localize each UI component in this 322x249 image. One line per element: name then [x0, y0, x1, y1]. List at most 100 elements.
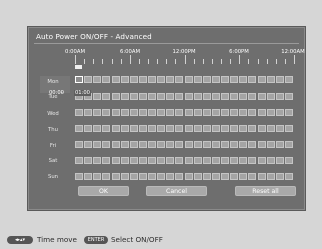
schedule-cell-fri-3[interactable] [102, 141, 111, 148]
schedule-cell-wed-10[interactable] [166, 109, 175, 116]
schedule-cell-tue-17[interactable] [230, 93, 239, 100]
schedule-cell-wed-12[interactable] [184, 109, 193, 116]
schedule-cell-tue-13[interactable] [193, 93, 202, 100]
schedule-cell-sun-1[interactable] [84, 173, 93, 180]
schedule-cell-fri-8[interactable] [148, 141, 156, 148]
schedule-cell-fri-14[interactable] [202, 141, 211, 148]
schedule-cell-wed-0[interactable] [75, 109, 83, 116]
schedule-cell-wed-22[interactable] [275, 109, 284, 116]
schedule-cell-tue-19[interactable] [248, 93, 257, 100]
schedule-cell-tue-21[interactable] [266, 93, 275, 100]
schedule-cell-tue-22[interactable] [275, 93, 284, 100]
schedule-cell-thu-19[interactable] [248, 125, 257, 132]
schedule-cell-sun-20[interactable] [257, 173, 266, 180]
schedule-cell-fri-5[interactable] [120, 141, 129, 148]
schedule-cell-thu-7[interactable] [138, 125, 147, 132]
schedule-cell-sun-12[interactable] [184, 173, 193, 180]
schedule-cell-wed-19[interactable] [248, 109, 257, 116]
schedule-cell-sat-3[interactable] [102, 157, 111, 164]
schedule-cell-sat-17[interactable] [230, 157, 239, 164]
schedule-cell-tue-5[interactable] [120, 93, 129, 100]
schedule-cell-sun-8[interactable] [148, 173, 156, 180]
schedule-cell-sun-22[interactable] [275, 173, 284, 180]
schedule-cell-mon-23[interactable] [284, 76, 293, 83]
schedule-cell-fri-21[interactable] [266, 141, 275, 148]
schedule-cell-mon-13[interactable] [193, 76, 202, 83]
schedule-cell-mon-7[interactable] [138, 76, 147, 83]
schedule-cell-thu-12[interactable] [184, 125, 193, 132]
schedule-cell-tue-16[interactable] [221, 93, 229, 100]
schedule-cell-mon-6[interactable] [129, 76, 138, 83]
schedule-cell-tue-11[interactable] [175, 93, 184, 100]
schedule-cell-mon-2[interactable] [93, 76, 102, 83]
schedule-cell-fri-1[interactable] [84, 141, 93, 148]
schedule-cell-sun-9[interactable] [157, 173, 166, 180]
schedule-cell-sun-6[interactable] [129, 173, 138, 180]
schedule-cell-thu-1[interactable] [84, 125, 93, 132]
schedule-cell-sun-4[interactable] [111, 173, 120, 180]
schedule-cell-sat-10[interactable] [166, 157, 175, 164]
schedule-cell-sun-0[interactable] [75, 173, 83, 180]
schedule-cell-sat-8[interactable] [148, 157, 156, 164]
schedule-cell-fri-12[interactable] [184, 141, 193, 148]
schedule-cell-thu-14[interactable] [202, 125, 211, 132]
schedule-cell-wed-21[interactable] [266, 109, 275, 116]
schedule-cell-thu-2[interactable] [93, 125, 102, 132]
schedule-cell-wed-6[interactable] [129, 109, 138, 116]
schedule-cell-fri-2[interactable] [93, 141, 102, 148]
schedule-cell-sun-11[interactable] [175, 173, 184, 180]
schedule-cell-sat-9[interactable] [157, 157, 166, 164]
schedule-cell-fri-17[interactable] [230, 141, 239, 148]
schedule-cell-thu-3[interactable] [102, 125, 111, 132]
schedule-cell-sat-19[interactable] [248, 157, 257, 164]
schedule-cell-wed-20[interactable] [257, 109, 266, 116]
schedule-cell-tue-14[interactable] [202, 93, 211, 100]
schedule-cell-wed-4[interactable] [111, 109, 120, 116]
schedule-cell-sat-18[interactable] [239, 157, 248, 164]
schedule-cell-sun-16[interactable] [221, 173, 229, 180]
schedule-cell-sun-21[interactable] [266, 173, 275, 180]
schedule-cell-mon-8[interactable] [148, 76, 156, 83]
schedule-cell-fri-23[interactable] [284, 141, 293, 148]
schedule-cell-tue-12[interactable] [184, 93, 193, 100]
schedule-cell-thu-16[interactable] [221, 125, 229, 132]
schedule-cell-sun-10[interactable] [166, 173, 175, 180]
schedule-cell-fri-9[interactable] [157, 141, 166, 148]
schedule-cell-thu-13[interactable] [193, 125, 202, 132]
schedule-cell-sat-14[interactable] [202, 157, 211, 164]
schedule-cell-wed-15[interactable] [211, 109, 220, 116]
schedule-cell-sat-12[interactable] [184, 157, 193, 164]
schedule-cell-wed-3[interactable] [102, 109, 111, 116]
schedule-cell-wed-14[interactable] [202, 109, 211, 116]
schedule-cell-mon-1[interactable] [84, 76, 93, 83]
schedule-cell-sun-15[interactable] [211, 173, 220, 180]
schedule-cell-thu-4[interactable] [111, 125, 120, 132]
schedule-cell-sat-21[interactable] [266, 157, 275, 164]
schedule-cell-sat-2[interactable] [93, 157, 102, 164]
schedule-cell-wed-8[interactable] [148, 109, 156, 116]
schedule-cell-sat-11[interactable] [175, 157, 184, 164]
schedule-cell-mon-9[interactable] [157, 76, 166, 83]
schedule-cell-fri-0[interactable] [75, 141, 83, 148]
schedule-cell-sat-22[interactable] [275, 157, 284, 164]
schedule-cell-wed-9[interactable] [157, 109, 166, 116]
schedule-cell-sat-23[interactable] [284, 157, 293, 164]
schedule-cell-thu-11[interactable] [175, 125, 184, 132]
schedule-cell-thu-6[interactable] [129, 125, 138, 132]
schedule-cell-sun-13[interactable] [193, 173, 202, 180]
schedule-cell-sun-7[interactable] [138, 173, 147, 180]
schedule-cell-sat-6[interactable] [129, 157, 138, 164]
schedule-cell-fri-18[interactable] [239, 141, 248, 148]
schedule-cell-wed-17[interactable] [230, 109, 239, 116]
schedule-cell-wed-11[interactable] [175, 109, 184, 116]
schedule-cell-wed-16[interactable] [221, 109, 229, 116]
schedule-cell-thu-21[interactable] [266, 125, 275, 132]
schedule-cell-mon-15[interactable] [211, 76, 220, 83]
schedule-cell-tue-23[interactable] [284, 93, 293, 100]
schedule-cell-mon-21[interactable] [266, 76, 275, 83]
schedule-cell-fri-19[interactable] [248, 141, 257, 148]
schedule-cell-mon-19[interactable] [248, 76, 257, 83]
schedule-cell-fri-13[interactable] [193, 141, 202, 148]
schedule-cell-tue-7[interactable] [138, 93, 147, 100]
schedule-cell-sat-15[interactable] [211, 157, 220, 164]
